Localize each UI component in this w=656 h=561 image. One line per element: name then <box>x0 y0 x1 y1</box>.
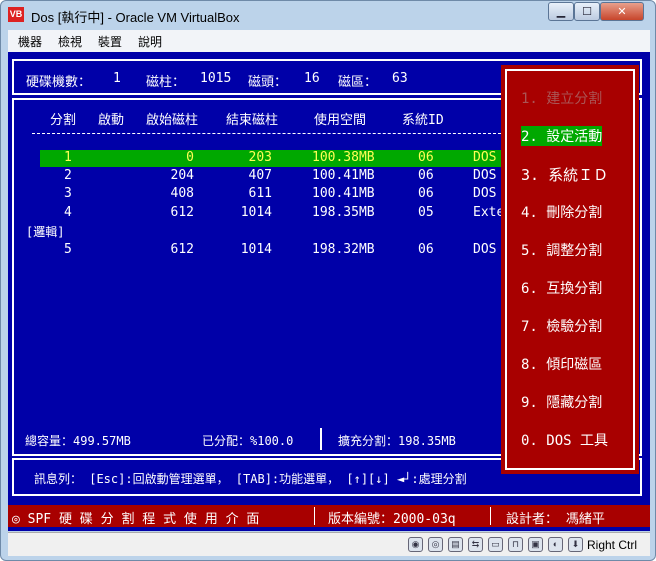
author-text: 設計者： 馮緒平 <box>506 512 605 527</box>
disk-count-value: 1 <box>113 71 121 86</box>
function-menu: 1. 建立分割 2. 設定活動 3. 系統ＩＤ 4. 刪除分割 5. 調整分割 … <box>501 65 639 474</box>
minimize-button[interactable]: ▁ <box>548 2 574 21</box>
row-partition: 5 <box>64 242 72 257</box>
allocated-percent: 已分配：%100.0 <box>202 434 294 448</box>
close-button[interactable]: ✕ <box>600 2 644 21</box>
menu-resize-partition[interactable]: 5. 調整分割 <box>521 240 602 260</box>
host-key-label: Right Ctrl <box>587 538 638 552</box>
col-partition: 分割 <box>50 113 77 128</box>
row-size: 198.32MB <box>312 242 375 257</box>
row-sysid: 06 <box>418 168 434 183</box>
row-end: 1014 <box>240 205 272 220</box>
row-end: 407 <box>248 168 272 183</box>
message-line: 訊息列： [Esc]:回啟動管理選單， [TAB]:功能選單， [↑][↓] ◄… <box>34 472 467 486</box>
row-type: DOS <box>473 242 497 257</box>
host-key-arrow-icon: ⬇ <box>568 537 583 552</box>
row-end: 203 <box>248 150 272 165</box>
col-system-id: 系統ID <box>402 113 444 128</box>
row-partition: 2 <box>64 168 72 183</box>
header-divider <box>32 133 506 134</box>
row-sysid: 06 <box>418 242 434 257</box>
disk-count-label: 硬碟機數： <box>26 75 92 90</box>
network-icon[interactable]: ⇆ <box>468 537 483 552</box>
sector-value: 63 <box>392 71 408 86</box>
total-capacity: 總容量：499.57MB <box>25 434 131 448</box>
menu-view[interactable]: 檢視 <box>58 33 82 50</box>
maximize-button[interactable]: ☐ <box>574 2 600 21</box>
window-title: Dos [執行中] - Oracle VM VirtualBox <box>31 10 240 25</box>
row-partition: 3 <box>64 186 72 201</box>
row-start: 204 <box>170 168 194 183</box>
title-bar[interactable]: VB Dos [執行中] - Oracle VM VirtualBox ▁ ☐ … <box>1 1 655 29</box>
row-end: 611 <box>248 186 272 201</box>
menu-devices[interactable]: 裝置 <box>98 33 122 50</box>
menu-hide-partition[interactable]: 9. 隱藏分割 <box>521 392 602 412</box>
menu-dos-tools[interactable]: 0. DOS 工具 <box>521 430 608 450</box>
menu-set-active[interactable]: 2. 設定活動 <box>521 126 603 146</box>
row-size: 100.38MB <box>312 150 375 165</box>
row-start: 408 <box>170 186 194 201</box>
row-type: Exte <box>473 205 505 220</box>
optical-drive-icon[interactable]: ◎ <box>428 537 443 552</box>
virtualbox-window: VB Dos [執行中] - Oracle VM VirtualBox ▁ ☐ … <box>0 0 656 561</box>
row-size: 100.41MB <box>312 186 375 201</box>
sector-label: 磁區： <box>338 75 378 90</box>
virtualbox-icon: VB <box>8 7 24 22</box>
vm-screen[interactable]: 硬碟機數： 1 磁柱： 1015 磁頭： 16 磁區： 63 分割 啟動 啟始磁… <box>8 52 650 531</box>
menu-bar: 機器 檢視 裝置 說明 <box>8 30 650 52</box>
vm-status-bar: ◉ ◎ ▤ ⇆ ▭ ⊓ ▣ ◐ ⬇ Right Ctrl <box>8 532 650 556</box>
row-start: 612 <box>170 242 194 257</box>
menu-swap-partition[interactable]: 6. 互換分割 <box>521 278 602 298</box>
row-start: 0 <box>186 150 194 165</box>
menu-system-id[interactable]: 3. 系統ＩＤ <box>521 164 608 185</box>
menu-verify-partition[interactable]: 7. 檢驗分割 <box>521 316 602 336</box>
shared-folder-icon[interactable]: ▭ <box>488 537 503 552</box>
row-type: DOS <box>473 168 497 183</box>
program-name: ◎ SPF 硬 碟 分 割 程 式 使 用 介 面 <box>12 512 260 527</box>
head-value: 16 <box>304 71 320 86</box>
col-used-space: 使用空間 <box>314 113 367 128</box>
extended-size: 擴充分割：198.35MB <box>338 434 456 448</box>
menu-machine[interactable]: 機器 <box>18 33 42 50</box>
row-start: 612 <box>170 205 194 220</box>
status-separator <box>314 507 315 525</box>
col-start-cyl: 啟始磁柱 <box>146 113 199 128</box>
usb-icon[interactable]: ⊓ <box>508 537 523 552</box>
col-boot: 啟動 <box>98 113 125 128</box>
status-separator <box>490 507 491 525</box>
menu-create-partition[interactable]: 1. 建立分割 <box>521 88 602 108</box>
selected-row-highlight <box>40 150 506 167</box>
row-size: 198.35MB <box>312 205 375 220</box>
row-end: 1014 <box>240 242 272 257</box>
row-type: DOS <box>473 150 497 165</box>
row-sysid: 05 <box>418 205 434 220</box>
head-label: 磁頭： <box>248 75 288 90</box>
hard-disk-icon[interactable]: ◉ <box>408 537 423 552</box>
menu-help[interactable]: 說明 <box>138 33 162 50</box>
col-end-cyl: 結束磁柱 <box>226 113 279 128</box>
cylinder-value: 1015 <box>200 71 232 86</box>
mouse-integration-icon[interactable]: ◐ <box>548 537 563 552</box>
row-size: 100.41MB <box>312 168 375 183</box>
menu-dump-sector[interactable]: 8. 傾印磁區 <box>521 354 602 374</box>
version-text: 版本編號：2000-03q <box>328 512 456 527</box>
program-status-bar: ◎ SPF 硬 碟 分 割 程 式 使 用 介 面 版本編號：2000-03q … <box>8 505 650 527</box>
floppy-icon[interactable]: ▤ <box>448 537 463 552</box>
row-sysid: 06 <box>418 186 434 201</box>
row-type: DOS <box>473 186 497 201</box>
logical-label: [邏輯] <box>26 225 65 239</box>
row-partition: 4 <box>64 205 72 220</box>
summary-separator <box>320 428 322 450</box>
row-partition: 1 <box>64 150 72 165</box>
video-capture-icon[interactable]: ▣ <box>528 537 543 552</box>
cylinder-label: 磁柱： <box>146 75 186 90</box>
menu-delete-partition[interactable]: 4. 刪除分割 <box>521 202 602 222</box>
row-sysid: 06 <box>418 150 434 165</box>
